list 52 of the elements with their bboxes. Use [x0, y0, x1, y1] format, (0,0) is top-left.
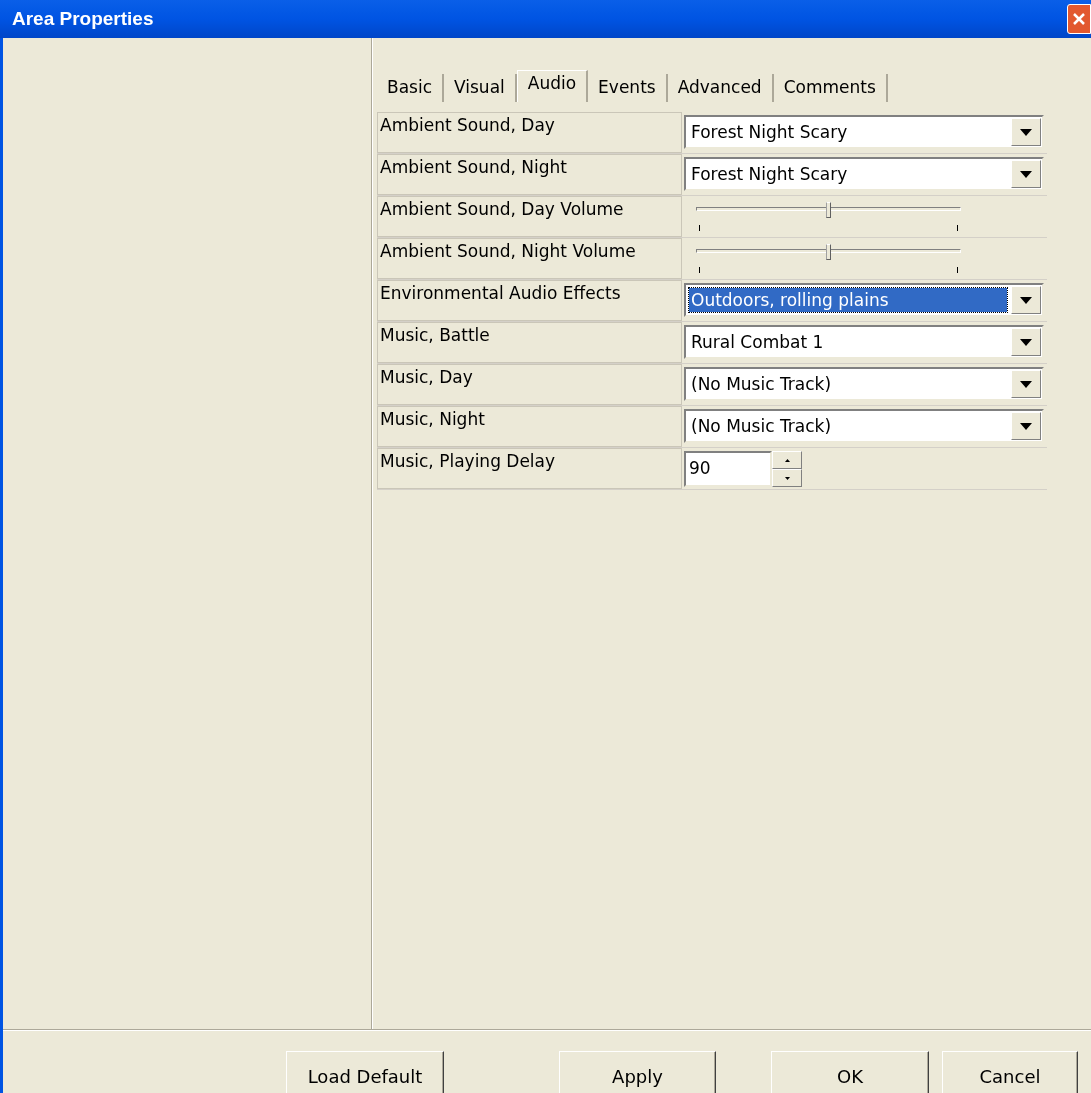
down-arrow-icon [784, 476, 790, 480]
dropdown-button[interactable] [1011, 412, 1041, 440]
dropdown-button[interactable] [1011, 328, 1041, 356]
dropdown[interactable]: Outdoors, rolling plains [684, 283, 1044, 317]
window-title: Area Properties [12, 6, 154, 31]
caret-icon [1020, 422, 1032, 430]
spin-down-button[interactable] [772, 469, 802, 487]
dropdown-button[interactable] [1011, 286, 1041, 314]
spin-up-button[interactable] [772, 451, 802, 469]
tick-mark [957, 225, 958, 231]
property-label: Music, Day [377, 364, 682, 405]
property-label: Music, Playing Delay [377, 448, 682, 489]
dropdown-value: (No Music Track) [690, 415, 833, 438]
caret-icon [1020, 128, 1032, 136]
up-arrow-icon [784, 458, 790, 462]
property-label: Environmental Audio Effects [377, 280, 682, 321]
number-field[interactable]: 90 [684, 451, 772, 487]
dropdown[interactable]: Forest Night Scary [684, 157, 1044, 191]
dialog-button[interactable]: OK [771, 1051, 929, 1093]
dropdown-value: Rural Combat 1 [690, 331, 825, 354]
dialog-button[interactable]: Load Default [286, 1051, 444, 1093]
dropdown-button[interactable] [1011, 370, 1041, 398]
tab[interactable]: Audio [516, 70, 589, 102]
dropdown-button[interactable] [1011, 118, 1041, 146]
tick-mark [699, 225, 700, 231]
caret-icon [1020, 296, 1032, 304]
caret-icon [1020, 380, 1032, 388]
dropdown-button[interactable] [1011, 160, 1041, 188]
dropdown-value: (No Music Track) [690, 373, 833, 396]
dialog-button[interactable]: Apply [559, 1051, 716, 1093]
property-label: Ambient Sound, Day [377, 112, 682, 153]
caret-icon [1020, 338, 1032, 346]
slider-thumb[interactable] [825, 202, 831, 218]
dialog-button[interactable]: Cancel [942, 1051, 1078, 1093]
close-button[interactable] [1067, 4, 1091, 34]
property-label: Music, Night [377, 406, 682, 447]
property-label: Ambient Sound, Day Volume [377, 196, 682, 237]
dropdown[interactable]: (No Music Track) [684, 367, 1044, 401]
slider-thumb[interactable] [825, 244, 831, 260]
dropdown[interactable]: (No Music Track) [684, 409, 1044, 443]
dropdown-value: Outdoors, rolling plains [689, 288, 1007, 312]
dropdown-value: Forest Night Scary [690, 163, 849, 186]
dropdown[interactable]: Rural Combat 1 [684, 325, 1044, 359]
dropdown[interactable]: Forest Night Scary [684, 115, 1044, 149]
close-icon [1072, 12, 1086, 26]
property-label: Music, Battle [377, 322, 682, 363]
property-label: Ambient Sound, Night [377, 154, 682, 195]
tick-mark [699, 267, 700, 273]
dropdown-value: Forest Night Scary [690, 121, 849, 144]
property-label: Ambient Sound, Night Volume [377, 238, 682, 279]
tick-mark [957, 267, 958, 273]
caret-icon [1020, 170, 1032, 178]
